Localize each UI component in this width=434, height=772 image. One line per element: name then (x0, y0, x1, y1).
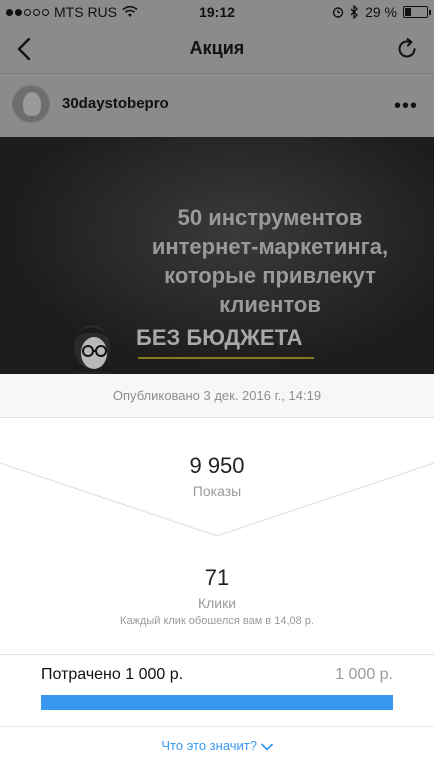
username[interactable]: 30daystobepro (62, 95, 169, 112)
battery-percent: 29 % (365, 4, 397, 20)
image-caption-strong: БЕЗ БЮДЖЕТА (136, 325, 303, 350)
alarm-icon (332, 7, 344, 18)
post-image: 50 инструментов интернет-маркетинга, кот… (0, 137, 434, 374)
more-options-icon[interactable]: ••• (394, 95, 418, 118)
person-photo (74, 325, 110, 374)
status-bar: MTS RUS 19:12 29 % (0, 0, 434, 24)
budget-progress-bar (41, 695, 393, 710)
cost-per-click-note: Каждый клик обошелся вам в 14,08 р. (120, 615, 314, 627)
clicks-label: Клики (197, 595, 237, 611)
image-caption-line: интернет-маркетинга, (151, 234, 389, 259)
refresh-button[interactable] (394, 36, 420, 62)
post-header: 30daystobepro ••• (0, 75, 434, 137)
avatar[interactable] (12, 85, 50, 123)
promotion-insights-sheet: Опубликовано 3 дек. 2016 г., 14:19 9 950… (0, 374, 434, 772)
image-caption-line: 50 инструментов (177, 205, 363, 230)
image-caption-line: которые привлекут (164, 263, 376, 288)
image-caption: 50 инструментов интернет-маркетинга, кот… (110, 203, 430, 319)
published-date: Опубликовано 3 дек. 2016 г., 14:19 (0, 374, 434, 418)
impressions-value: 9 950 (189, 453, 245, 478)
budget-progress-fill (41, 695, 393, 710)
impressions-label: Показы (192, 483, 242, 499)
battery-icon (403, 6, 431, 18)
divider (0, 726, 434, 727)
status-icons: 29 % (332, 4, 431, 20)
clicks-value: 71 (204, 565, 230, 590)
caption-underline (138, 357, 314, 359)
navigation-bar: Акция (0, 24, 434, 74)
page-title: Акция (189, 38, 245, 58)
help-link-label: Что это значит? (161, 738, 257, 753)
divider (0, 654, 434, 655)
bluetooth-icon (350, 5, 358, 19)
what-does-this-mean-link[interactable]: Что это значит? (0, 738, 434, 753)
chevron-down-icon (260, 743, 273, 751)
image-caption-line: клиентов (219, 292, 321, 317)
budget-total: 1 000 р. (335, 666, 393, 683)
spent-label: Потрачено 1 000 р. (41, 666, 184, 683)
